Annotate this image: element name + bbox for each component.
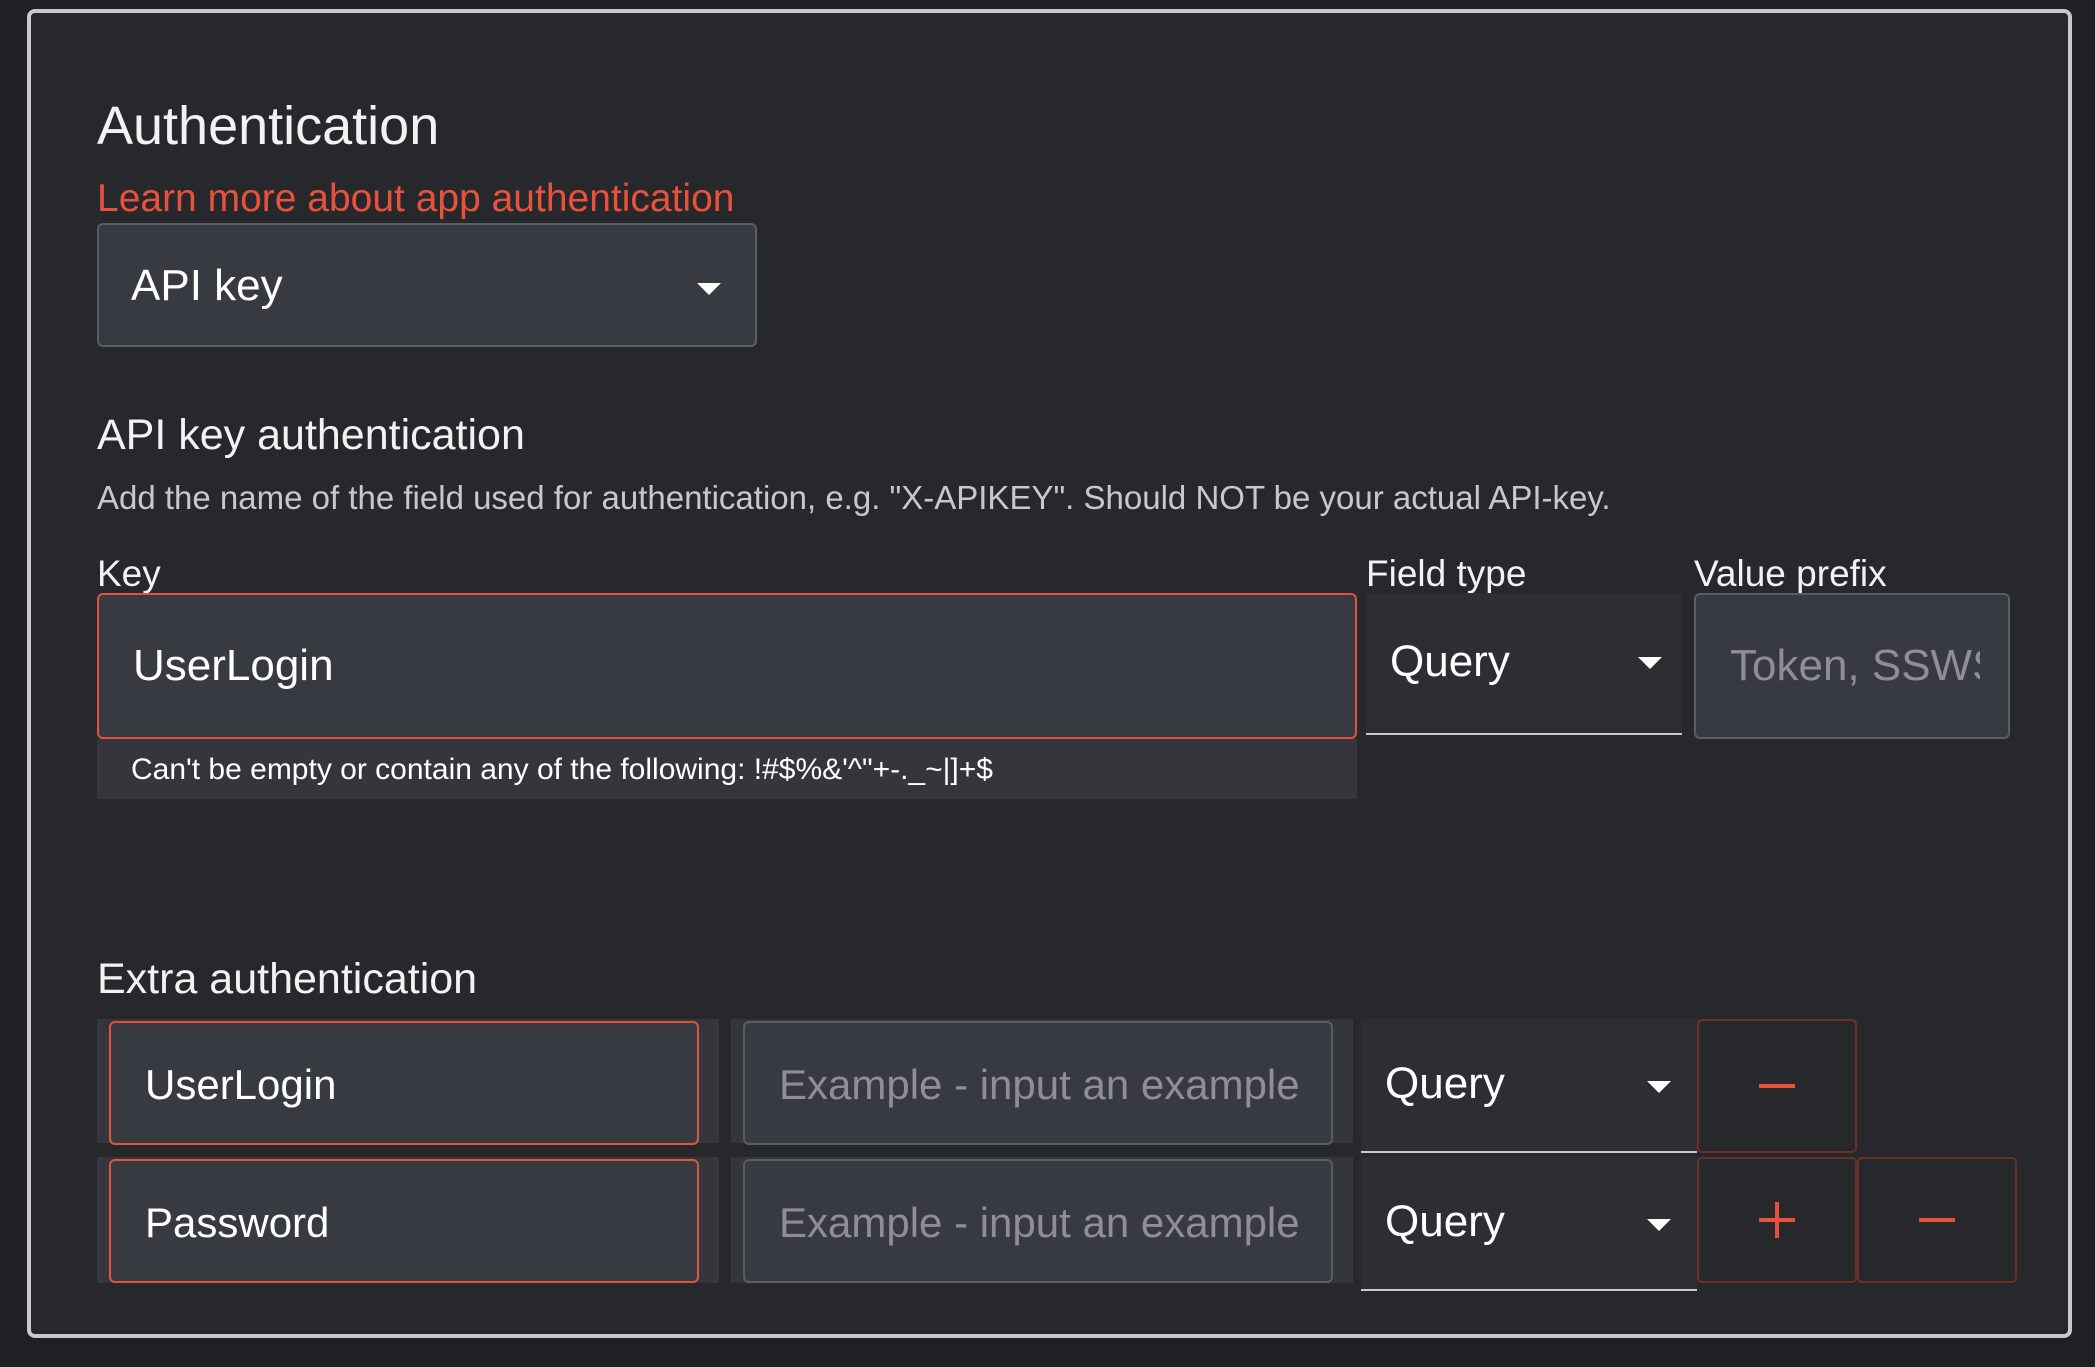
add-row-button[interactable] — [1697, 1157, 1857, 1283]
auth-type-select[interactable]: API key — [97, 223, 757, 347]
extra-name-input[interactable]: Password — [109, 1159, 699, 1283]
plus-icon — [1759, 1202, 1795, 1238]
field-type-select[interactable]: Query — [1366, 593, 1682, 735]
key-hint-text: Can't be empty or contain any of the fol… — [131, 753, 993, 786]
field-type-value: Query — [1390, 637, 1510, 686]
extra-example-placeholder: Example - input an example value — [779, 1199, 1299, 1246]
caret-down-icon — [1647, 1219, 1671, 1231]
key-input[interactable]: UserLogin — [97, 593, 1357, 739]
key-label: Key — [97, 553, 161, 594]
auth-type-value: API key — [131, 261, 283, 310]
auth-panel: Authentication Learn more about app auth… — [27, 9, 2072, 1338]
caret-down-icon — [1638, 657, 1662, 669]
caret-down-icon — [1647, 1081, 1671, 1093]
extra-name-input[interactable]: UserLogin — [109, 1021, 699, 1145]
value-prefix-input[interactable]: Token, SSWS — [1694, 593, 2010, 739]
api-key-description: Add the name of the field used for authe… — [97, 479, 1611, 516]
api-key-section-title: API key authentication — [97, 411, 525, 459]
key-hint: Can't be empty or contain any of the fol… — [97, 739, 1357, 799]
extra-name-value: Password — [145, 1199, 330, 1246]
page-title: Authentication — [97, 96, 440, 156]
extra-name-value: UserLogin — [145, 1061, 337, 1108]
extra-example-input[interactable]: Example - input an example value — [743, 1159, 1333, 1283]
extra-type-select[interactable]: Query — [1361, 1157, 1697, 1291]
remove-row-button[interactable] — [1697, 1019, 1857, 1153]
caret-down-icon — [697, 283, 721, 295]
value-prefix-placeholder: Token, SSWS — [1730, 641, 1980, 690]
extra-example-placeholder: Example - input an example value — [779, 1061, 1299, 1108]
extra-auth-title: Extra authentication — [97, 955, 478, 1003]
field-type-label: Field type — [1366, 553, 1527, 594]
remove-row-button[interactable] — [1857, 1157, 2017, 1283]
value-prefix-label: Value prefix — [1694, 553, 1887, 594]
extra-type-select[interactable]: Query — [1361, 1019, 1697, 1153]
extra-type-value: Query — [1385, 1059, 1505, 1108]
learn-more-link[interactable]: Learn more about app authentication — [97, 177, 734, 221]
minus-icon — [1919, 1218, 1955, 1222]
extra-type-value: Query — [1385, 1197, 1505, 1246]
minus-icon — [1759, 1084, 1795, 1088]
key-input-value: UserLogin — [133, 641, 334, 690]
extra-example-input[interactable]: Example - input an example value — [743, 1021, 1333, 1145]
